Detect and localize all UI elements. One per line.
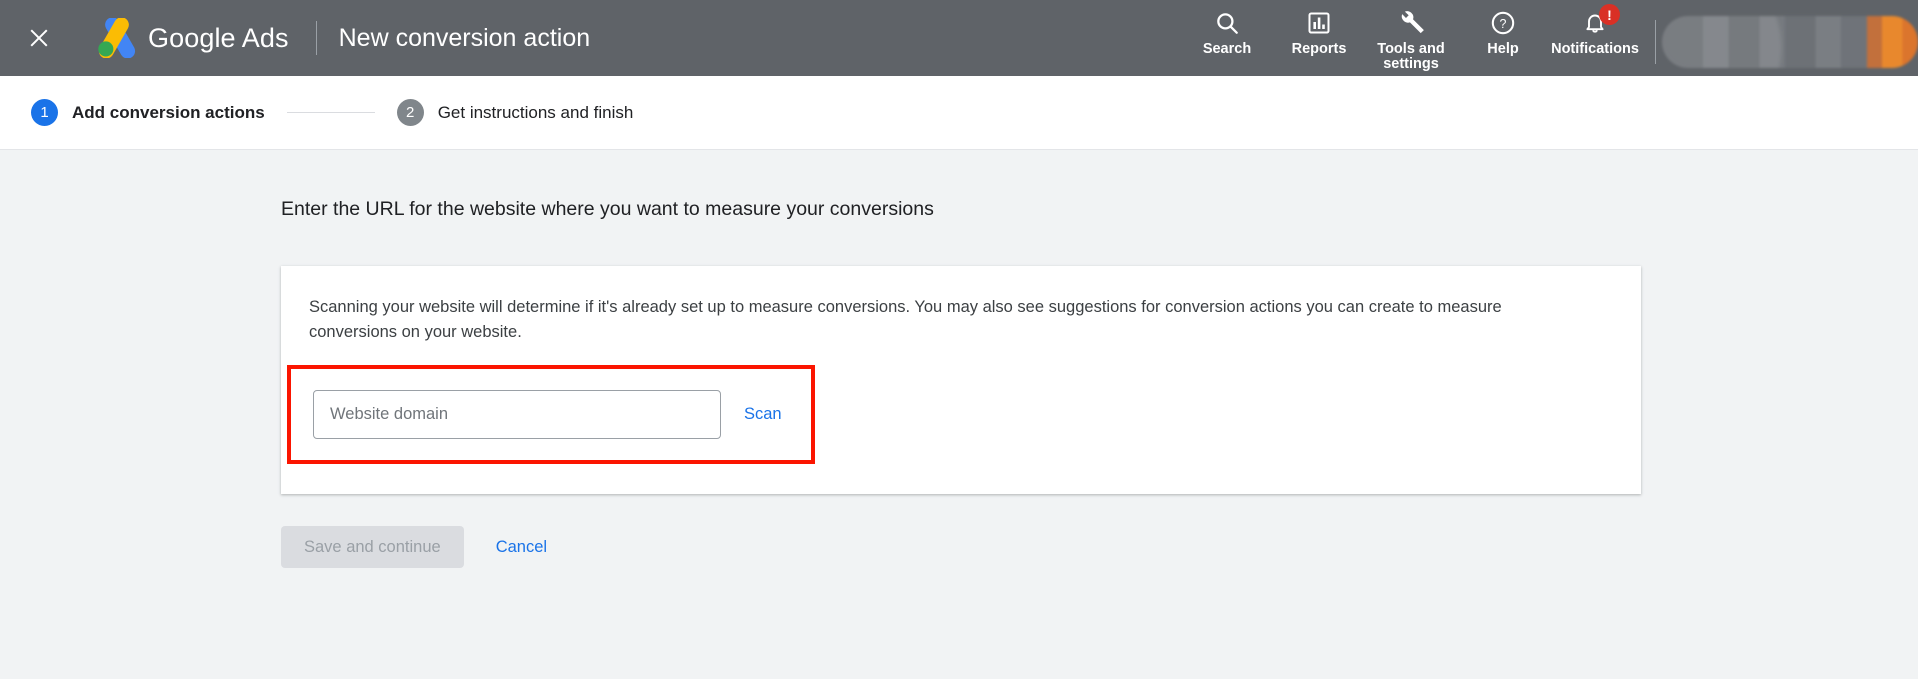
- section-heading: Enter the URL for the website where you …: [281, 198, 934, 220]
- header-action-label: Help: [1487, 41, 1519, 57]
- main-content: Enter the URL for the website where you …: [0, 150, 1918, 679]
- website-scan-card: Scanning your website will determine if …: [281, 266, 1641, 494]
- brand-logo[interactable]: Google Ads: [96, 18, 289, 58]
- bar-chart-icon: [1307, 8, 1331, 38]
- svg-text:?: ?: [1500, 17, 1507, 31]
- header-action-notifications[interactable]: ! Notifications: [1549, 4, 1641, 57]
- google-ads-logo-icon: [98, 18, 136, 58]
- header-action-label: Reports: [1291, 41, 1347, 57]
- brand-name: Google Ads: [148, 22, 289, 53]
- step-get-instructions-and-finish[interactable]: 2 Get instructions and finish: [396, 99, 634, 126]
- header-divider: [315, 21, 317, 55]
- header-action-reports[interactable]: Reports: [1273, 8, 1365, 57]
- header-actions: Search Reports Tools and settings ? Help…: [1181, 0, 1918, 76]
- wrench-icon: [1398, 8, 1425, 38]
- account-info-redacted[interactable]: [1662, 16, 1918, 68]
- step-label: Add conversion actions: [72, 102, 265, 122]
- notifications-badge: !: [1599, 4, 1620, 25]
- account-divider: [1655, 20, 1656, 64]
- header-action-label: Tools and settings: [1377, 41, 1445, 72]
- step-number: 1: [31, 99, 58, 126]
- help-circle-icon: ?: [1490, 8, 1516, 38]
- step-connector: [286, 112, 375, 113]
- cancel-button[interactable]: Cancel: [488, 526, 555, 568]
- scan-button[interactable]: Scan: [744, 405, 782, 424]
- header-action-label: Notifications: [1551, 41, 1639, 57]
- header-action-help[interactable]: ? Help: [1457, 8, 1549, 57]
- close-icon[interactable]: [24, 23, 54, 53]
- step-label: Get instructions and finish: [437, 102, 634, 122]
- page-title: New conversion action: [338, 23, 591, 52]
- header-action-tools-and-settings[interactable]: Tools and settings: [1365, 8, 1457, 72]
- wizard-stepper: 1 Add conversion actions 2 Get instructi…: [0, 76, 1918, 150]
- header-action-search[interactable]: Search: [1181, 8, 1273, 57]
- website-domain-input[interactable]: [313, 390, 721, 439]
- search-icon: [1214, 8, 1240, 38]
- app-header: Google Ads New conversion action Search: [0, 0, 1918, 76]
- scan-highlight-annotation: Scan: [287, 365, 815, 464]
- form-actions: Save and continue Cancel: [281, 526, 1918, 568]
- save-and-continue-button[interactable]: Save and continue: [281, 526, 464, 568]
- header-action-label: Search: [1202, 41, 1252, 57]
- step-add-conversion-actions[interactable]: 1 Add conversion actions: [31, 99, 265, 126]
- step-number: 2: [396, 99, 424, 126]
- card-description: Scanning your website will determine if …: [309, 298, 1502, 341]
